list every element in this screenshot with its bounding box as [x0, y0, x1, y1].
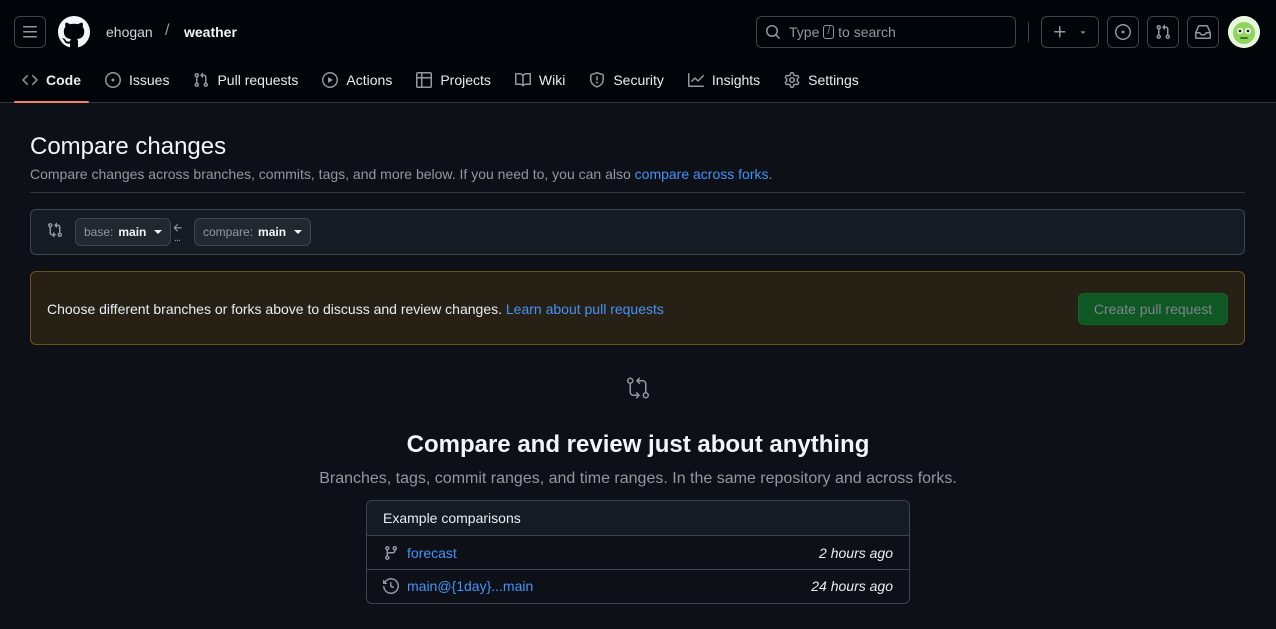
example-time: 24 hours ago: [811, 578, 893, 594]
page-subtitle-end: .: [768, 166, 773, 182]
tab-actions[interactable]: Actions: [314, 64, 400, 96]
blankslate-description: Branches, tags, commit ranges, and time …: [319, 470, 957, 487]
tab-security[interactable]: Security: [581, 64, 672, 96]
breadcrumb-repo[interactable]: weather: [184, 24, 237, 40]
compare-across-forks-link[interactable]: compare across forks: [635, 166, 769, 182]
pull-requests-button[interactable]: [1147, 16, 1179, 48]
play-icon: [322, 72, 339, 88]
tab-label: Projects: [440, 72, 491, 88]
create-new-button[interactable]: [1041, 16, 1099, 48]
tab-label: Code: [46, 72, 81, 88]
repo-tabs: Code Issues Pull requests Actions Projects Wi…: [14, 64, 875, 103]
user-avatar[interactable]: [1228, 16, 1260, 48]
page-subtitle: Compare changes across branches, commits…: [30, 166, 772, 182]
table-icon: [416, 72, 433, 88]
git-compare-large-icon: [627, 377, 649, 399]
tab-wiki[interactable]: Wiki: [507, 64, 573, 96]
create-pull-request-button[interactable]: Create pull request: [1078, 293, 1228, 325]
compare-label: compare:: [203, 225, 254, 239]
example-link-forecast[interactable]: forecast: [407, 545, 457, 561]
tab-label: Settings: [808, 72, 859, 88]
inbox-button[interactable]: [1187, 16, 1219, 48]
compare-branch-select[interactable]: compare: main: [194, 218, 312, 246]
compare-caret-icon: [294, 230, 303, 234]
flash-text: Choose different branches or forks above…: [47, 301, 502, 317]
example-time: 2 hours ago: [819, 544, 893, 561]
hamburger-icon: [23, 26, 37, 38]
header-divider: [1028, 22, 1029, 42]
flash-notice: Choose different branches or forks above…: [30, 271, 1245, 345]
page-title: Compare changes: [30, 133, 227, 160]
blankslate-title: Compare and review just about anything: [406, 431, 870, 458]
issue-icon: [105, 72, 121, 88]
search-icon: [766, 25, 781, 40]
triangle-down-icon: [1080, 31, 1086, 34]
tab-label: Security: [613, 72, 664, 88]
learn-pull-requests-link[interactable]: Learn about pull requests: [506, 301, 664, 317]
example-comparisons-header: Example comparisons: [367, 501, 909, 536]
search-shortcut-key: /: [823, 25, 835, 39]
gear-icon: [784, 72, 800, 88]
search-placeholder-prefix: Type: [789, 24, 820, 40]
example-row: forecast 2 hours ago: [367, 536, 909, 569]
base-branch-select[interactable]: base: main: [75, 218, 172, 246]
base-caret-icon: [154, 230, 163, 234]
code-icon: [22, 74, 38, 86]
tab-settings[interactable]: Settings: [776, 64, 867, 96]
git-compare-icon: [48, 222, 63, 238]
search-placeholder-suffix: to search: [838, 24, 896, 40]
book-icon: [514, 72, 531, 87]
compare-value: main: [258, 225, 287, 239]
title-divider: [30, 192, 1245, 193]
tab-insights[interactable]: Insights: [680, 64, 768, 96]
git-branch-icon: [384, 545, 397, 560]
github-logo-icon[interactable]: [58, 16, 90, 48]
git-pull-request-icon: [1156, 24, 1171, 40]
breadcrumb-owner[interactable]: ehogan: [106, 24, 153, 40]
search-input[interactable]: Type / to search: [756, 16, 1016, 48]
tab-label: Pull requests: [217, 72, 299, 88]
graph-icon: [687, 73, 704, 87]
shield-icon: [590, 72, 605, 88]
base-label: base:: [84, 225, 114, 239]
inbox-icon: [1195, 25, 1211, 39]
tab-label: Insights: [711, 72, 761, 88]
tab-projects[interactable]: Projects: [408, 64, 499, 96]
plus-icon: [1054, 26, 1066, 38]
example-row: main@{1day}...main 24 hours ago: [367, 569, 909, 602]
app-header: ehogan / weather Type / to search Code Is…: [0, 0, 1276, 103]
tab-label: Issues: [129, 72, 170, 88]
tab-code[interactable]: Code: [14, 64, 89, 103]
menu-button[interactable]: [14, 16, 46, 48]
range-editor: base: main ... compare: main: [30, 209, 1245, 255]
example-comparisons-box: Example comparisons forecast 2 hours ago…: [366, 500, 910, 604]
base-value: main: [118, 225, 147, 239]
breadcrumb-separator: /: [165, 22, 170, 39]
issue-opened-icon: [1115, 24, 1131, 40]
range-dots: ...: [174, 232, 181, 244]
example-link-main-range[interactable]: main@{1day}...main: [407, 578, 533, 594]
git-pull-request-icon: [194, 72, 209, 88]
page-subtitle-text: Compare changes across branches, commits…: [30, 166, 631, 182]
tab-label: Wiki: [538, 72, 566, 88]
tab-label: Actions: [346, 72, 393, 88]
flash-message: Choose different branches or forks above…: [47, 301, 664, 317]
tab-issues[interactable]: Issues: [97, 64, 177, 96]
tab-pull-requests[interactable]: Pull requests: [185, 64, 306, 96]
issues-button[interactable]: [1107, 16, 1139, 48]
history-icon: [383, 578, 399, 594]
